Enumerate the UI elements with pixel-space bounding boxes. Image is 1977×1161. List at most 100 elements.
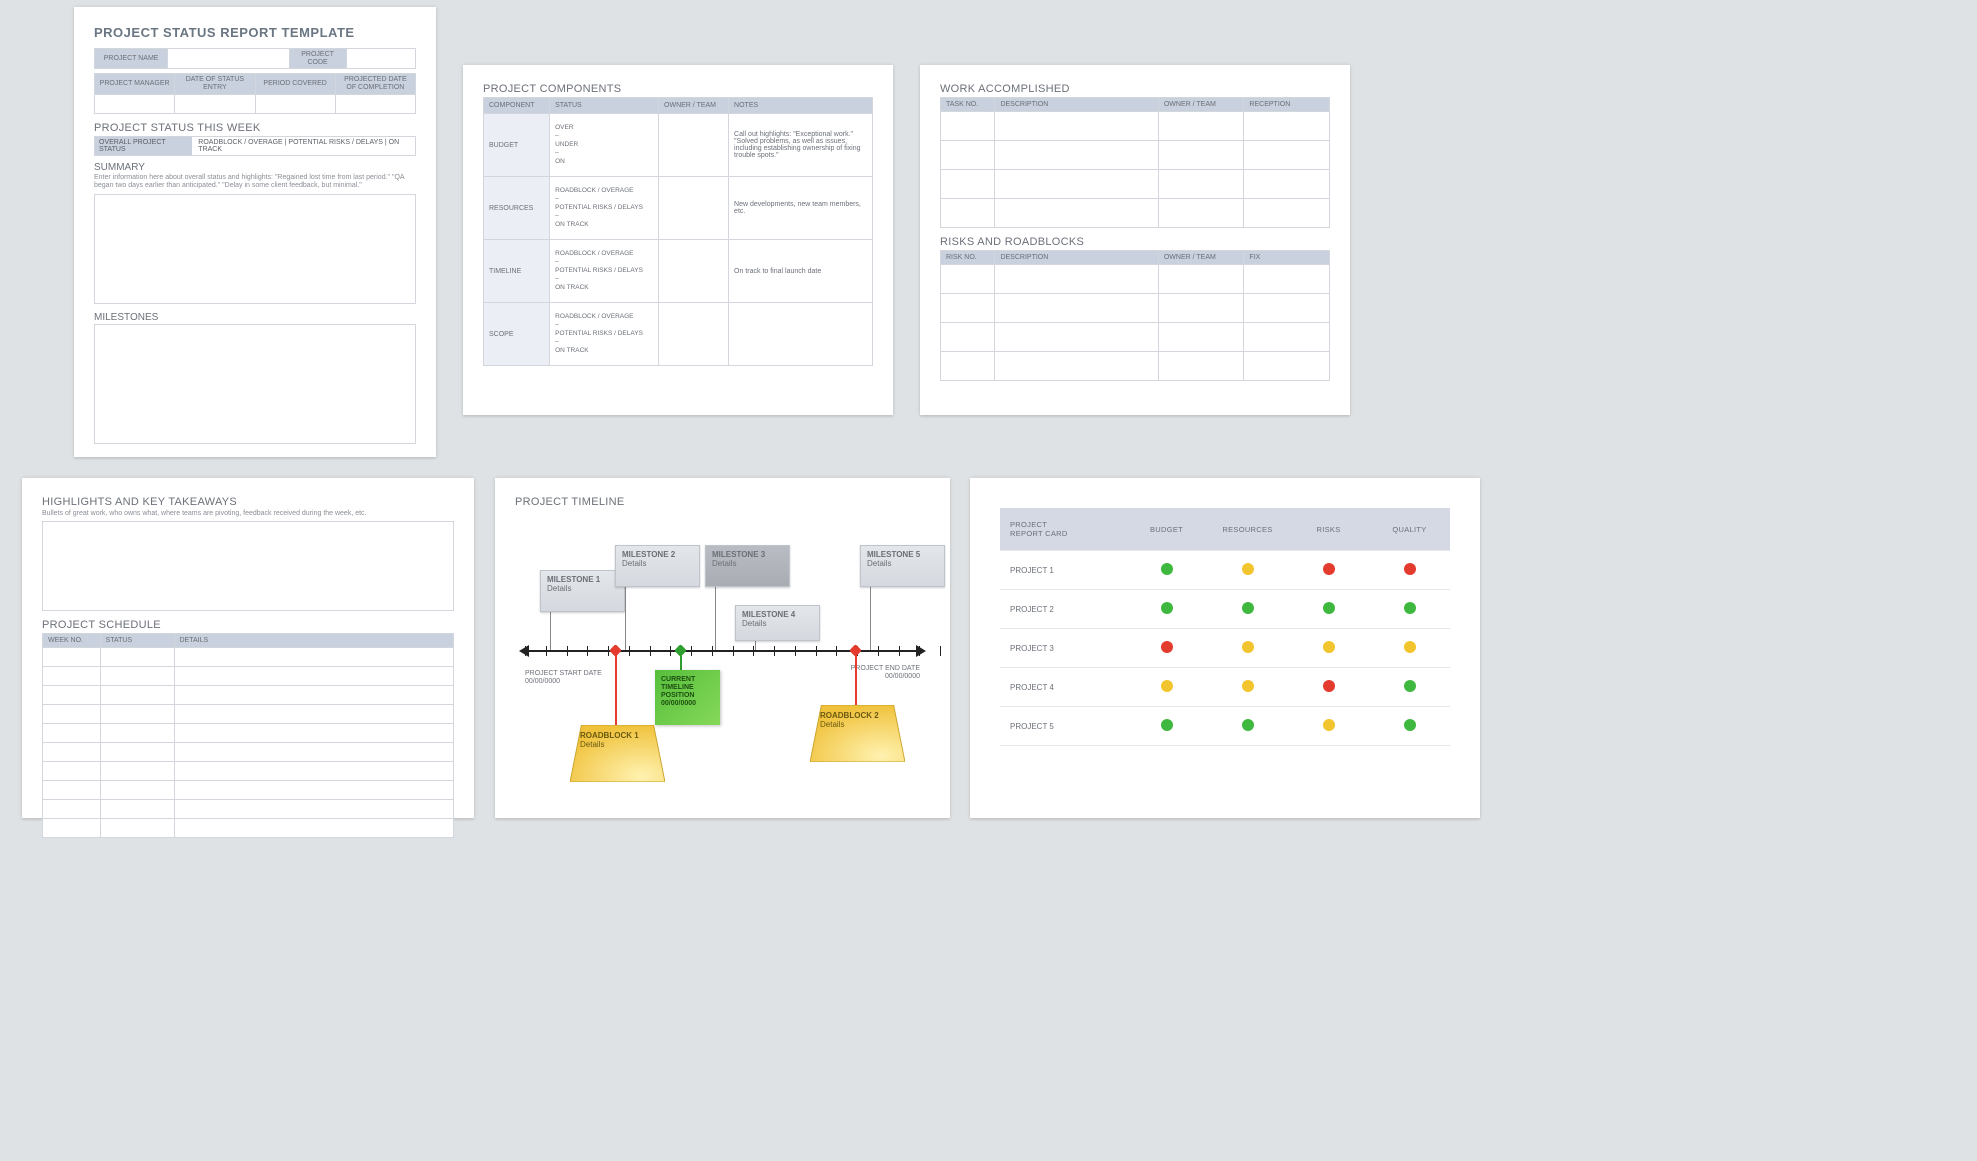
cell[interactable]: [100, 800, 174, 819]
cell[interactable]: [174, 648, 454, 667]
cell[interactable]: [100, 648, 174, 667]
cell-pm[interactable]: [95, 94, 175, 113]
cell[interactable]: [174, 667, 454, 686]
component-name: BUDGET: [484, 114, 550, 177]
project-name-cell[interactable]: [168, 49, 289, 69]
cell[interactable]: [174, 800, 454, 819]
cell[interactable]: [1244, 141, 1330, 170]
cell[interactable]: [941, 141, 995, 170]
cell[interactable]: [43, 667, 101, 686]
cell[interactable]: [43, 743, 101, 762]
axis-tick: [878, 646, 879, 656]
cell[interactable]: [995, 265, 1158, 294]
cell[interactable]: [1158, 265, 1244, 294]
cell[interactable]: [100, 781, 174, 800]
m4-lead: [755, 640, 756, 650]
cell[interactable]: [1244, 294, 1330, 323]
status-dot-g: [1161, 563, 1173, 575]
cell[interactable]: [941, 323, 995, 352]
cell[interactable]: [1244, 170, 1330, 199]
cell[interactable]: [100, 743, 174, 762]
cell[interactable]: [995, 112, 1158, 141]
template-gallery: PROJECT STATUS REPORT TEMPLATE PROJECT N…: [0, 0, 1977, 1161]
cell[interactable]: [1244, 199, 1330, 228]
timeline-canvas: PROJECT START DATE00/00/0000 PROJECT END…: [515, 510, 930, 800]
summary-title: SUMMARY: [94, 162, 416, 173]
cell[interactable]: [43, 781, 101, 800]
cell[interactable]: [43, 705, 101, 724]
cell[interactable]: [43, 686, 101, 705]
status-dot-y: [1161, 680, 1173, 692]
cell[interactable]: [995, 141, 1158, 170]
cell[interactable]: [100, 705, 174, 724]
cell[interactable]: [941, 170, 995, 199]
milestones-box[interactable]: [94, 324, 416, 444]
cell[interactable]: [995, 199, 1158, 228]
cell[interactable]: [100, 819, 174, 838]
cell[interactable]: [174, 762, 454, 781]
cell[interactable]: [941, 352, 995, 381]
status-cell: [1288, 551, 1369, 590]
meta-row: PROJECT MANAGER DATE OF STATUS ENTRY PER…: [94, 73, 416, 113]
cell[interactable]: [1158, 170, 1244, 199]
cell[interactable]: [43, 724, 101, 743]
cell[interactable]: [1158, 199, 1244, 228]
cell[interactable]: [941, 199, 995, 228]
cell[interactable]: [941, 294, 995, 323]
status-dot-g: [1323, 602, 1335, 614]
component-owner[interactable]: [659, 240, 729, 303]
card-highlights-schedule: HIGHLIGHTS AND KEY TAKEAWAYS Bullets of …: [22, 478, 474, 818]
cell[interactable]: [174, 819, 454, 838]
col-component: COMPONENT: [484, 98, 550, 114]
highlights-box[interactable]: [42, 521, 454, 611]
axis-arrow-right: [916, 645, 926, 657]
cell[interactable]: [100, 762, 174, 781]
cell[interactable]: [100, 686, 174, 705]
cell[interactable]: [174, 743, 454, 762]
cell[interactable]: [174, 724, 454, 743]
component-owner[interactable]: [659, 177, 729, 240]
status-cell: [1126, 590, 1207, 629]
cell[interactable]: [995, 170, 1158, 199]
col: BUDGET: [1126, 508, 1207, 551]
card-report-card: PROJECT REPORT CARDBUDGETRESOURCESRISKSQ…: [970, 478, 1480, 818]
status-cell: [1207, 629, 1288, 668]
cell[interactable]: [174, 781, 454, 800]
cell[interactable]: [174, 686, 454, 705]
cell[interactable]: [995, 352, 1158, 381]
summary-box[interactable]: [94, 194, 416, 304]
component-owner[interactable]: [659, 114, 729, 177]
cell[interactable]: [995, 323, 1158, 352]
component-owner[interactable]: [659, 303, 729, 366]
cell[interactable]: [1158, 352, 1244, 381]
cell[interactable]: [1158, 294, 1244, 323]
work-title: WORK ACCOMPLISHED: [940, 83, 1330, 95]
cell[interactable]: [43, 648, 101, 667]
cell[interactable]: [174, 705, 454, 724]
status-cell: [1126, 629, 1207, 668]
cell[interactable]: [941, 265, 995, 294]
cell[interactable]: [995, 294, 1158, 323]
col: PROJECT REPORT CARD: [1000, 508, 1126, 551]
cell[interactable]: [100, 667, 174, 686]
cell[interactable]: [1244, 352, 1330, 381]
status-dot-g: [1404, 602, 1416, 614]
cell[interactable]: [43, 762, 101, 781]
status-cell: [1207, 551, 1288, 590]
cell[interactable]: [1244, 112, 1330, 141]
cell-date[interactable]: [175, 94, 255, 113]
project-code-cell[interactable]: [346, 49, 415, 69]
cell[interactable]: [1158, 112, 1244, 141]
cell-completion[interactable]: [335, 94, 415, 113]
cell[interactable]: [100, 724, 174, 743]
cell[interactable]: [1158, 323, 1244, 352]
cell[interactable]: [1158, 141, 1244, 170]
status-cell: [1369, 629, 1450, 668]
cell[interactable]: [941, 112, 995, 141]
cell[interactable]: [43, 819, 101, 838]
cell[interactable]: [43, 800, 101, 819]
col-notes: NOTES: [729, 98, 873, 114]
cell-period[interactable]: [255, 94, 335, 113]
cell[interactable]: [1244, 265, 1330, 294]
cell[interactable]: [1244, 323, 1330, 352]
